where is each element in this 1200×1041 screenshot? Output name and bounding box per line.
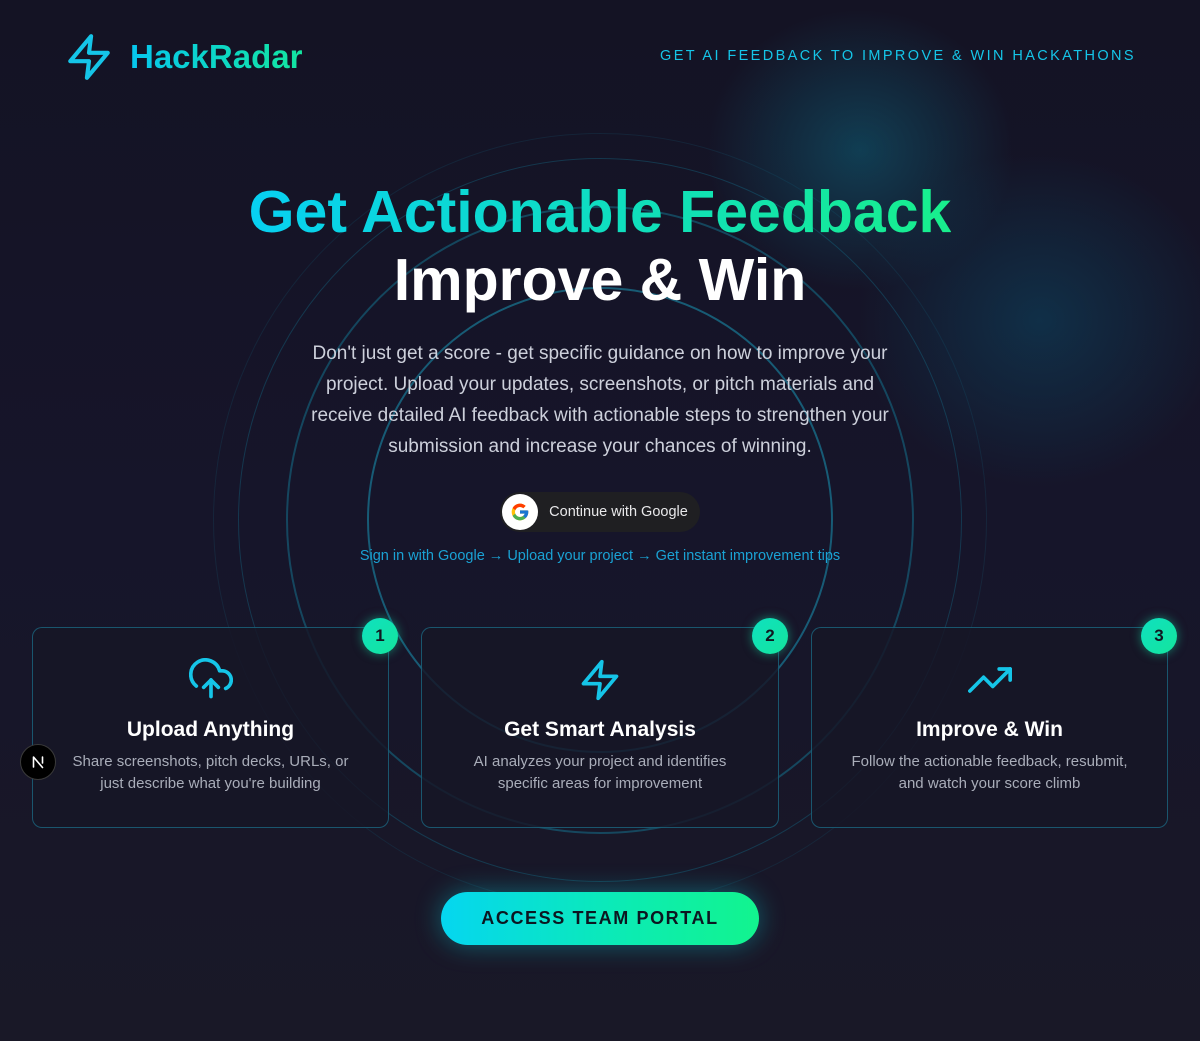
feature-description: AI analyzes your project and identifies …: [473, 753, 727, 792]
feature-description: Follow the actionable feedback, resubmit…: [851, 753, 1128, 792]
steps-hint: Sign in with Google → Upload your projec…: [359, 548, 841, 564]
step-number-badge: 2: [752, 618, 788, 654]
hero-headline-secondary: Improve & Win: [393, 247, 807, 313]
step-number-badge: 1: [362, 618, 398, 654]
nextjs-icon[interactable]: [20, 744, 56, 780]
lightning-bolt-icon: [68, 34, 110, 80]
feature-title: Get Smart Analysis: [504, 718, 696, 741]
feature-description: Share screenshots, pitch decks, URLs, or…: [72, 753, 349, 792]
hero-section: Get Actionable Feedback Improve & Win Do…: [0, 178, 1200, 564]
cloud-upload-icon: [188, 658, 233, 699]
access-team-portal-button[interactable]: ACCESS TEAM PORTAL: [441, 892, 759, 945]
continue-with-google-button[interactable]: Continue with Google: [500, 492, 700, 532]
hero-description: Don't just get a score - get specific gu…: [311, 343, 889, 457]
feature-card-improve: 3 Improve & Win Follow the actionable fe…: [811, 618, 1177, 828]
feature-title: Upload Anything: [126, 718, 295, 741]
lightning-bolt-icon: [581, 659, 619, 701]
step-number-badge: 3: [1141, 618, 1177, 654]
landing-page: HackRadar GET AI FEEDBACK TO IMPROVE & W…: [0, 0, 1200, 1041]
trending-up-icon: [967, 667, 1012, 693]
feature-title: Improve & Win: [916, 718, 1063, 741]
hero-headline-primary: Get Actionable Feedback: [248, 179, 952, 245]
brand-name: HackRadar: [130, 38, 303, 75]
feature-card-upload: 1 Upload Anything Share screenshots, pit…: [32, 618, 398, 828]
brand-logo[interactable]: HackRadar: [64, 32, 302, 82]
header-tagline: GET AI FEEDBACK TO IMPROVE & WIN HACKATH…: [660, 48, 1136, 64]
google-button-label: Continue with Google: [549, 504, 688, 520]
google-icon: [502, 494, 539, 530]
feature-card-analysis: 2 Get Smart Analysis AI analyzes your pr…: [421, 618, 788, 828]
